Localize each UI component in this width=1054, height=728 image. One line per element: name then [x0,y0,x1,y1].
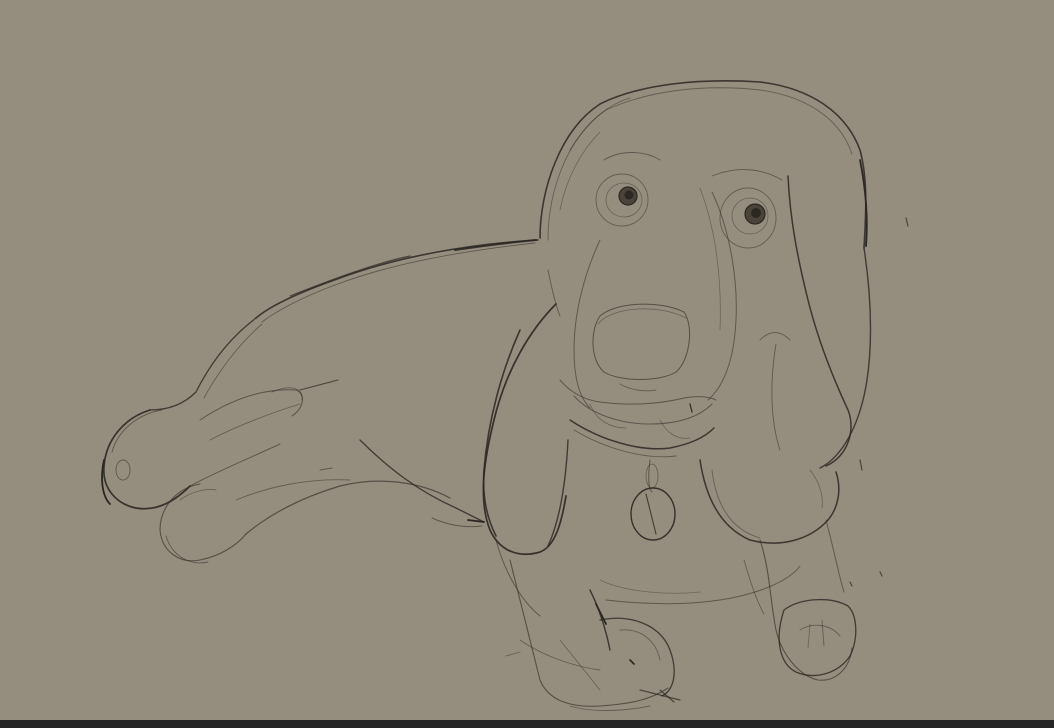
left-eye-icon [595,173,649,227]
body-sketch [101,239,539,564]
head-sketch [482,80,872,556]
bottom-toolbar-strip [0,720,1054,728]
nose-icon [592,303,690,380]
drawing-canvas[interactable] [0,0,1054,720]
collar-tag-icon [630,459,676,541]
dog-sketch-icon [101,80,909,711]
front-legs-sketch [495,217,909,711]
